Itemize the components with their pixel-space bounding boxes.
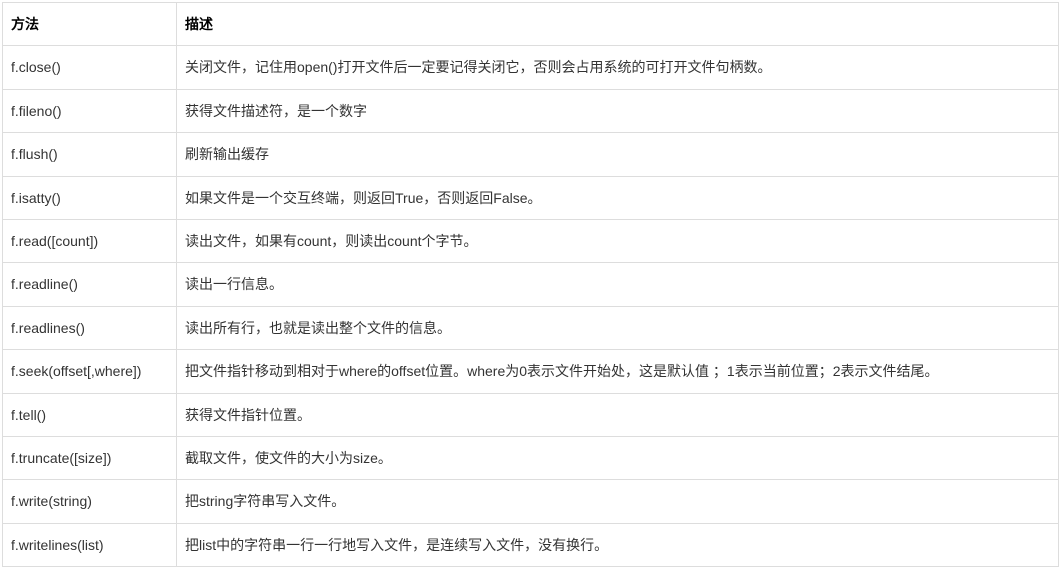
cell-description: 关闭文件，记住用open()打开文件后一定要记得关闭它，否则会占用系统的可打开文… xyxy=(177,46,1059,89)
table-row: f.tell() 获得文件指针位置。 xyxy=(3,393,1059,436)
header-method: 方法 xyxy=(3,3,177,46)
table-row: f.flush() 刷新输出缓存 xyxy=(3,133,1059,176)
cell-description: 读出一行信息。 xyxy=(177,263,1059,306)
cell-method: f.readlines() xyxy=(3,306,177,349)
cell-description: 把list中的字符串一行一行地写入文件，是连续写入文件，没有换行。 xyxy=(177,523,1059,566)
cell-method: f.write(string) xyxy=(3,480,177,523)
cell-method: f.seek(offset[,where]) xyxy=(3,350,177,393)
cell-description: 获得文件描述符，是一个数字 xyxy=(177,89,1059,132)
cell-method: f.read([count]) xyxy=(3,219,177,262)
table-row: f.close() 关闭文件，记住用open()打开文件后一定要记得关闭它，否则… xyxy=(3,46,1059,89)
table-row: f.read([count]) 读出文件，如果有count，则读出count个字… xyxy=(3,219,1059,262)
cell-description: 截取文件，使文件的大小为size。 xyxy=(177,436,1059,479)
cell-method: f.isatty() xyxy=(3,176,177,219)
cell-description: 获得文件指针位置。 xyxy=(177,393,1059,436)
table-row: f.truncate([size]) 截取文件，使文件的大小为size。 xyxy=(3,436,1059,479)
table-row: f.readline() 读出一行信息。 xyxy=(3,263,1059,306)
table-row: f.write(string) 把string字符串写入文件。 xyxy=(3,480,1059,523)
table-row: f.fileno() 获得文件描述符，是一个数字 xyxy=(3,89,1059,132)
cell-description: 如果文件是一个交互终端，则返回True，否则返回False。 xyxy=(177,176,1059,219)
cell-method: f.readline() xyxy=(3,263,177,306)
cell-method: f.flush() xyxy=(3,133,177,176)
header-description: 描述 xyxy=(177,3,1059,46)
cell-description: 把string字符串写入文件。 xyxy=(177,480,1059,523)
table-row: f.seek(offset[,where]) 把文件指针移动到相对于where的… xyxy=(3,350,1059,393)
table-row: f.isatty() 如果文件是一个交互终端，则返回True，否则返回False… xyxy=(3,176,1059,219)
cell-method: f.truncate([size]) xyxy=(3,436,177,479)
cell-description: 刷新输出缓存 xyxy=(177,133,1059,176)
cell-method: f.close() xyxy=(3,46,177,89)
cell-method: f.fileno() xyxy=(3,89,177,132)
table-header-row: 方法 描述 xyxy=(3,3,1059,46)
table-row: f.writelines(list) 把list中的字符串一行一行地写入文件，是… xyxy=(3,523,1059,566)
cell-description: 读出所有行，也就是读出整个文件的信息。 xyxy=(177,306,1059,349)
table-row: f.readlines() 读出所有行，也就是读出整个文件的信息。 xyxy=(3,306,1059,349)
cell-method: f.writelines(list) xyxy=(3,523,177,566)
cell-description: 读出文件，如果有count，则读出count个字节。 xyxy=(177,219,1059,262)
cell-method: f.tell() xyxy=(3,393,177,436)
cell-description: 把文件指针移动到相对于where的offset位置。where为0表示文件开始处… xyxy=(177,350,1059,393)
file-methods-table: 方法 描述 f.close() 关闭文件，记住用open()打开文件后一定要记得… xyxy=(2,2,1059,567)
